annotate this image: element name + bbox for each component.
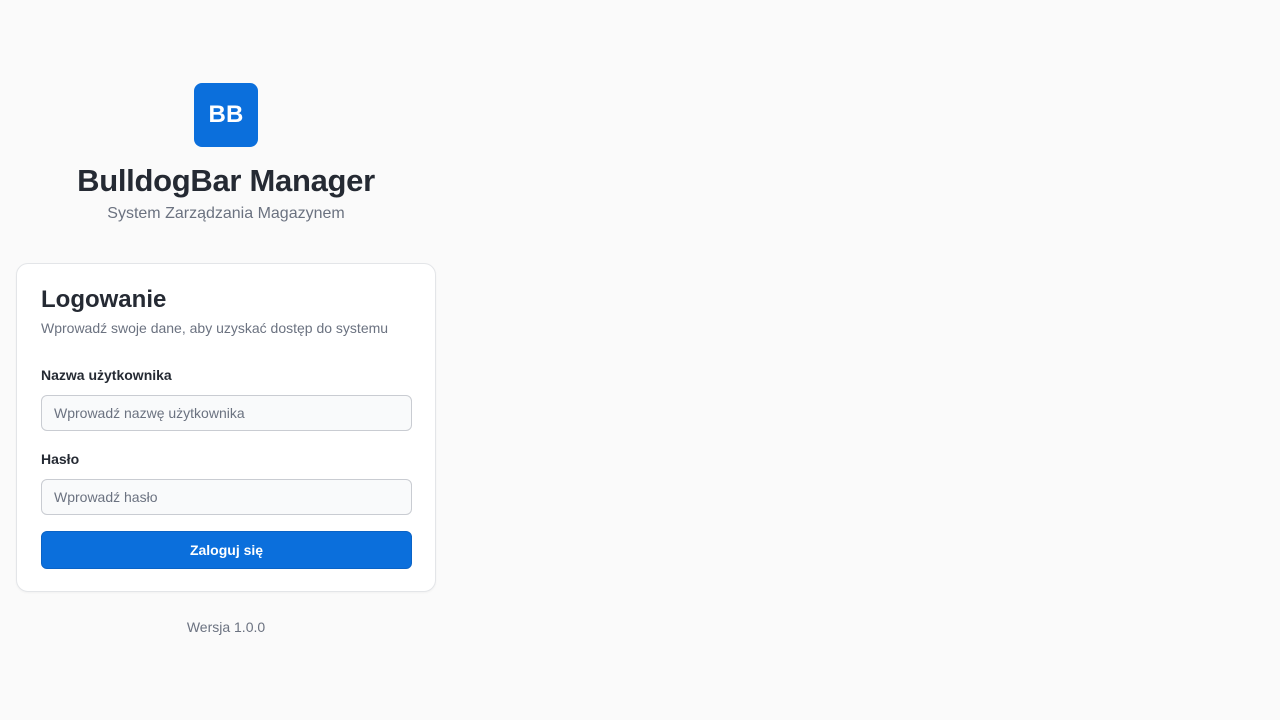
app-subtitle: System Zarządzania Magazynem — [107, 205, 345, 222]
username-label: Nazwa użytkownika — [41, 367, 172, 383]
brand-header: BB BulldogBar Manager System Zarządzania… — [16, 83, 436, 224]
version-text: Wersja 1.0.0 — [186, 619, 266, 635]
app-title: BulldogBar Manager — [77, 163, 375, 198]
password-input[interactable] — [41, 479, 412, 515]
logo-text: BB — [208, 101, 244, 128]
username-input[interactable] — [41, 395, 412, 431]
app-logo: BB — [194, 83, 258, 147]
login-card: Logowanie Wprowadź swoje dane, aby uzysk… — [16, 263, 436, 592]
login-button[interactable]: Zaloguj się — [41, 531, 412, 569]
password-label: Hasło — [41, 451, 80, 467]
login-description: Wprowadź swoje dane, aby uzyskać dostęp … — [41, 320, 389, 336]
login-title: Logowanie — [41, 286, 167, 313]
